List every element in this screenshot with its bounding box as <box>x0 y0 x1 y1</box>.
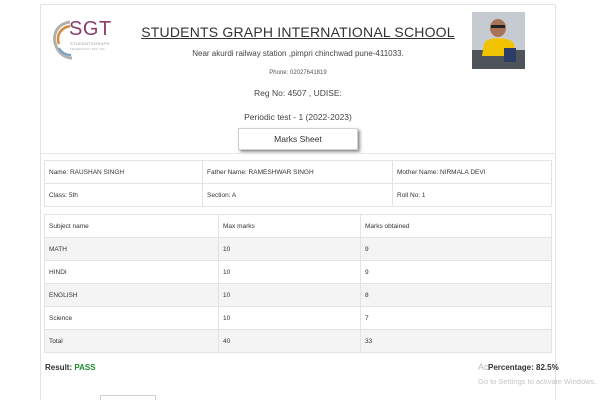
max-marks: 10 <box>218 306 361 330</box>
percentage: Percentage: 82.5% <box>488 363 559 372</box>
table-row: Name: RAUSHAN SINGH Father Name: RAMESHW… <box>44 160 552 184</box>
school-name: STUDENTS GRAPH INTERNATIONAL SCHOOL <box>141 24 455 40</box>
logo-subtitle: STUDENTSGRAPH <box>70 41 110 46</box>
marks-obtained: 9 <box>360 237 552 261</box>
father-name: Father Name: RAMESHWAR SINGH <box>202 160 393 184</box>
column-header: Max marks <box>218 214 361 238</box>
table-row: Class: 5th Section: A Roll No: 1 <box>44 183 552 207</box>
marks-obtained: 9 <box>360 260 552 284</box>
result-value: PASS <box>74 363 96 372</box>
school-phone: Phone: 02027641819 <box>269 70 327 76</box>
logo-subtitle-2: TECHNOLOGY PVT. LTD. <box>70 47 106 51</box>
table-row-total: Total 40 33 <box>44 329 552 353</box>
exam-title: Periodic test - 1 (2022-2023) <box>244 112 352 122</box>
subject-name: Science <box>44 306 219 330</box>
max-marks: 10 <box>218 237 361 261</box>
max-marks: 10 <box>218 260 361 284</box>
student-photo <box>472 12 525 69</box>
subject-name: MATH <box>44 237 219 261</box>
column-header: Subject name <box>44 214 219 238</box>
max-marks: 10 <box>218 283 361 307</box>
table-row: Science 10 7 <box>44 306 552 330</box>
marks-obtained: 8 <box>360 283 552 307</box>
registration-number: Reg No: 4507 , UDISE: <box>254 88 342 98</box>
activate-windows-hint: Go to Settings to activate Windows. <box>478 377 597 386</box>
table-row: HINDI 10 9 <box>44 260 552 284</box>
school-logo: SGT STUDENTSGRAPH TECHNOLOGY PVT. LTD. <box>50 16 114 64</box>
subject-name: Total <box>44 329 219 353</box>
column-header: Marks obtained <box>360 214 552 238</box>
marks-table: Subject name Max marks Marks obtained MA… <box>44 214 552 353</box>
logo-text: SGT <box>69 18 112 40</box>
student-section: Section: A <box>202 183 393 207</box>
marks-obtained: 7 <box>360 306 552 330</box>
roll-number: Roll No: 1 <box>392 183 552 207</box>
bottom-button-edge[interactable] <box>100 395 156 400</box>
student-photo-icon <box>472 12 525 69</box>
student-name: Name: RAUSHAN SINGH <box>44 160 203 184</box>
max-marks: 40 <box>218 329 361 353</box>
student-info-table: Name: RAUSHAN SINGH Father Name: RAMESHW… <box>44 160 552 207</box>
table-row: MATH 10 9 <box>44 237 552 261</box>
table-row: ENGLISH 10 8 <box>44 283 552 307</box>
student-class: Class: 5th <box>44 183 203 207</box>
result-label: Result: <box>45 363 73 372</box>
result-summary: Result: PASS <box>45 363 96 372</box>
subject-name: HINDI <box>44 260 219 284</box>
mother-name: Mother Name: NIRMALA DEVI <box>392 160 552 184</box>
table-header-row: Subject name Max marks Marks obtained <box>44 214 552 238</box>
school-address: Near akurdi railway station ,pimpri chin… <box>192 49 404 58</box>
header-divider <box>40 153 556 154</box>
marks-obtained: 33 <box>360 329 552 353</box>
activate-windows-watermark: Ac <box>478 362 489 372</box>
subject-name: ENGLISH <box>44 283 219 307</box>
marks-sheet-button[interactable]: Marks Sheet <box>238 128 358 150</box>
